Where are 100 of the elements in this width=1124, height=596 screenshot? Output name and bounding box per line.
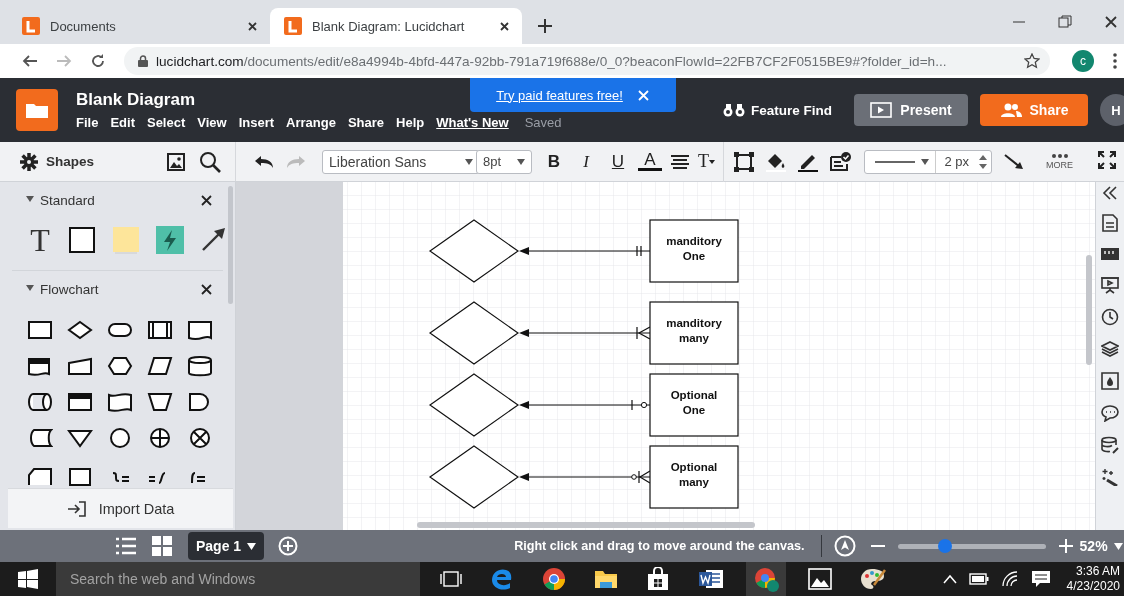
- or-circle-shape-icon[interactable]: [147, 427, 173, 451]
- menu-item[interactable]: Edit: [104, 115, 141, 130]
- text-options-button[interactable]: T: [698, 151, 715, 172]
- more-icon[interactable]: [1112, 53, 1118, 69]
- close-icon[interactable]: [200, 282, 213, 296]
- scrollbar[interactable]: [417, 522, 755, 528]
- url-field[interactable]: lucidchart.com/documents/edit/e8a4994b-4bfd-447a-92bb-791a719f688e/0_0?beaconFlowId=22FB7CF2F0515BE9#?folder_id=h...: [124, 47, 1050, 75]
- section-title[interactable]: Standard: [40, 192, 194, 208]
- shape-border-icon[interactable]: [734, 151, 754, 172]
- align-icon[interactable]: [670, 153, 690, 170]
- clock-icon[interactable]: [1101, 308, 1119, 326]
- profile-avatar[interactable]: c: [1072, 50, 1094, 72]
- circle-shape-icon[interactable]: [107, 427, 133, 451]
- summing-junction-shape-icon[interactable]: [187, 427, 213, 451]
- page-tab[interactable]: Page 1: [188, 532, 265, 560]
- new-tab-icon[interactable]: [538, 19, 552, 33]
- fullscreen-icon[interactable]: [1098, 150, 1116, 169]
- import-data-button[interactable]: Import Data: [8, 488, 233, 528]
- task-view-icon[interactable]: [440, 571, 462, 587]
- droplet-icon[interactable]: [1101, 372, 1119, 390]
- document-title[interactable]: Blank Diagram: [76, 90, 196, 110]
- punched-tape-shape-icon[interactable]: [107, 391, 133, 415]
- feature-find-button[interactable]: Feature Find: [717, 101, 838, 119]
- arrow-shape-icon[interactable]: [200, 227, 226, 253]
- document-shape-icon[interactable]: [187, 319, 213, 343]
- menu-item[interactable]: Select: [140, 115, 192, 130]
- list-view-icon[interactable]: [116, 537, 136, 555]
- caret-icon[interactable]: [26, 196, 34, 204]
- menu-item[interactable]: File: [70, 115, 105, 130]
- navigate-icon[interactable]: [833, 535, 856, 557]
- clock-time[interactable]: 3:36 AM: [1075, 564, 1120, 579]
- menu-item[interactable]: Share: [341, 115, 391, 130]
- close-icon[interactable]: [200, 193, 213, 207]
- database-icon[interactable]: [1101, 436, 1119, 454]
- fill-bucket-icon[interactable]: [766, 151, 786, 172]
- presentation-icon[interactable]: [1101, 276, 1119, 294]
- shopping-bag-icon[interactable]: [646, 567, 670, 591]
- promo-link[interactable]: Try paid features free!: [496, 87, 623, 103]
- line-style-control[interactable]: 2 px: [864, 149, 992, 174]
- collapse-icon[interactable]: [1102, 186, 1118, 200]
- scrollbar[interactable]: [228, 186, 233, 304]
- slider-thumb[interactable]: [937, 539, 952, 553]
- reload-icon[interactable]: [90, 53, 106, 69]
- comment-icon[interactable]: [1101, 404, 1119, 422]
- windows-logo-icon[interactable]: [18, 569, 38, 589]
- browser-tab[interactable]: Blank Diagram: Lucidchart: [270, 8, 522, 44]
- battery-icon[interactable]: [968, 573, 989, 585]
- color-button[interactable]: A: [638, 152, 662, 171]
- page-settings-icon[interactable]: [1102, 214, 1118, 232]
- slides-icon[interactable]: [1101, 246, 1119, 262]
- caret-icon[interactable]: [1113, 542, 1123, 550]
- app-logo[interactable]: [16, 89, 58, 131]
- font-dropdown[interactable]: Liberation Sans: [322, 149, 480, 174]
- underline-button[interactable]: U: [606, 151, 630, 172]
- close-icon[interactable]: [499, 20, 510, 32]
- browser-tab[interactable]: Documents: [8, 8, 270, 44]
- photos-icon[interactable]: [808, 568, 832, 590]
- clock-date[interactable]: 4/23/2020: [1066, 579, 1120, 594]
- whats-new-link[interactable]: What's New: [430, 115, 515, 130]
- database-shape-icon[interactable]: [187, 355, 213, 379]
- magic-wand-icon[interactable]: [1101, 468, 1119, 486]
- close-icon[interactable]: [1104, 15, 1118, 29]
- menu-item[interactable]: View: [191, 115, 233, 130]
- document-icon[interactable]: [698, 568, 724, 590]
- user-avatar[interactable]: H: [1100, 94, 1124, 126]
- search-field[interactable]: Search the web and Windows: [56, 562, 420, 596]
- chevron-up-icon[interactable]: [942, 574, 957, 584]
- undo-icon[interactable]: [254, 154, 274, 169]
- italic-button[interactable]: I: [574, 151, 598, 172]
- palette-icon[interactable]: [860, 567, 886, 591]
- caret-icon[interactable]: [26, 285, 34, 293]
- gear-icon[interactable]: [20, 152, 38, 171]
- restore-icon[interactable]: [1058, 15, 1072, 29]
- browser-icon[interactable]: [542, 567, 566, 591]
- zoom-level[interactable]: 52%: [1079, 538, 1108, 554]
- rectangle-shape-icon[interactable]: [68, 226, 96, 254]
- folder-icon[interactable]: [594, 568, 618, 590]
- arrow-line-icon[interactable]: [1004, 153, 1024, 170]
- menu-item[interactable]: Insert: [232, 115, 281, 130]
- more-button[interactable]: MORE: [1046, 153, 1073, 170]
- zoom-in-icon[interactable]: [1057, 538, 1074, 554]
- image-icon[interactable]: [167, 152, 185, 171]
- wifi-icon[interactable]: [1000, 571, 1019, 587]
- action-lightning-icon[interactable]: [156, 226, 184, 254]
- present-button[interactable]: Present: [854, 94, 968, 126]
- section-title[interactable]: Flowchart: [40, 281, 194, 297]
- close-icon[interactable]: [247, 20, 258, 32]
- scrollbar[interactable]: [1086, 255, 1092, 365]
- menu-item[interactable]: Arrange: [280, 115, 342, 130]
- style-check-icon[interactable]: [830, 151, 852, 172]
- grid-view-icon[interactable]: [152, 536, 172, 556]
- menu-item[interactable]: Help: [390, 115, 431, 130]
- back-icon[interactable]: [22, 53, 38, 69]
- layers-icon[interactable]: [1101, 340, 1119, 358]
- add-page-icon[interactable]: [278, 536, 299, 556]
- bookmark-star-icon[interactable]: [1024, 53, 1040, 69]
- font-size-dropdown[interactable]: 8pt: [476, 149, 532, 174]
- bold-button[interactable]: B: [542, 151, 566, 172]
- search-icon[interactable]: [199, 150, 221, 173]
- notification-icon[interactable]: [1030, 570, 1051, 588]
